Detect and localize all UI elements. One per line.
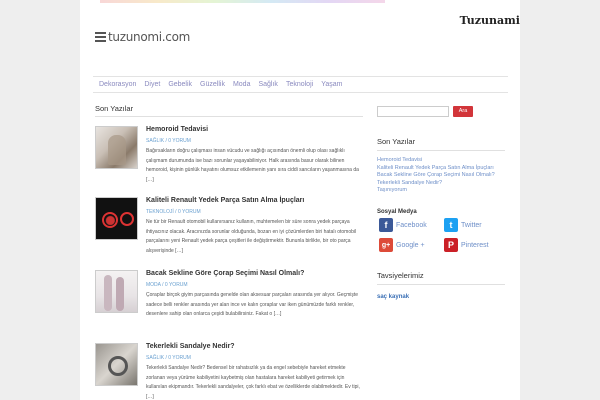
social-pinterest[interactable]: P Pinterest <box>444 238 489 252</box>
social-google-plus[interactable]: g+ Google + <box>379 238 425 252</box>
post-meta[interactable]: TEKNOLOJİ / 0 YORUM <box>146 209 201 215</box>
post-meta[interactable]: SAĞLIK / 0 YORUM <box>146 138 191 144</box>
sidebar-recent-link[interactable]: Hemoroid Tedavisi <box>377 157 507 165</box>
post-excerpt: Ne tür bir Renault otomobil kullanırsanı… <box>146 219 357 254</box>
post-thumbnail[interactable] <box>95 270 138 313</box>
nav-item-dekorasyon[interactable]: Dekorasyon <box>99 81 136 88</box>
post-title[interactable]: Tekerlekli Sandalye Nedir? <box>146 343 235 350</box>
post-thumbnail[interactable] <box>95 197 138 240</box>
nav-item-teknoloji[interactable]: Teknoloji <box>286 81 313 88</box>
sidebar-recent-link[interactable]: Taşınıyorum <box>377 187 507 195</box>
main-section-title: Son Yazılar <box>95 104 134 113</box>
nav-item-gebelik[interactable]: Gebelik <box>168 81 192 88</box>
post-item: Tekerlekli Sandalye Nedir? SAĞLIK / 0 YO… <box>95 343 365 400</box>
search-input[interactable] <box>377 106 449 117</box>
thumbnail-leg <box>116 277 124 311</box>
logo-text: tuzunomi.com <box>108 30 191 44</box>
post-thumbnail[interactable] <box>95 343 138 386</box>
main-nav: Dekorasyon Diyet Gebelik Güzellik Moda S… <box>93 76 508 93</box>
thumbnail-leg <box>104 275 112 311</box>
social-title: Sosyal Medya <box>377 209 417 215</box>
post-thumbnail[interactable] <box>95 126 138 169</box>
sidebar-recent-link[interactable]: Tekerlekli Sandalye Nedir? <box>377 180 507 188</box>
post-excerpt: Çoraplar birçok giyim parçasında genelde… <box>146 292 359 318</box>
sidebar-recent-link[interactable]: Bacak Sekline Göre Çorap Seçimi Nasıl Ol… <box>377 172 507 180</box>
social-label: Twitter <box>461 221 482 229</box>
facebook-icon: f <box>379 218 393 232</box>
nav-item-moda[interactable]: Moda <box>233 81 251 88</box>
sidebar-recent-list: Hemoroid Tedavisi Kaliteli Renault Yedek… <box>377 157 507 195</box>
pinterest-icon: P <box>444 238 458 252</box>
post-meta[interactable]: MODA / 0 YORUM <box>146 282 188 288</box>
page: tuzunomi.com Tuzunami Dekorasyon Diyet G… <box>80 0 520 400</box>
recommend-link[interactable]: saç kaynak <box>377 294 409 300</box>
divider <box>377 284 505 285</box>
nav-item-guzellik[interactable]: Güzellik <box>200 81 225 88</box>
post-item: Hemoroid Tedavisi SAĞLIK / 0 YORUM Bağır… <box>95 126 365 186</box>
divider <box>377 150 505 151</box>
post-excerpt: Bağırsakların doğru çalışması insan vücu… <box>146 148 359 183</box>
post-title[interactable]: Hemoroid Tedavisi <box>146 126 208 133</box>
header-accent-bar <box>100 0 385 3</box>
post-title[interactable]: Bacak Sekline Göre Çorap Seçimi Nasıl Ol… <box>146 270 304 277</box>
sidebar-recent-title: Son Yazılar <box>377 137 416 146</box>
thumbnail-gauge <box>120 212 134 226</box>
logo-lines-icon <box>95 32 106 42</box>
social-facebook[interactable]: f Facebook <box>379 218 427 232</box>
social-label: Pinterest <box>461 241 489 249</box>
sidebar-recent-link[interactable]: Kaliteli Renault Yedek Parça Satın Alma … <box>377 165 507 173</box>
site-title[interactable]: Tuzunami <box>460 14 520 27</box>
divider <box>95 116 363 117</box>
google-plus-icon: g+ <box>379 238 393 252</box>
site-logo[interactable]: tuzunomi.com <box>95 30 190 44</box>
post-excerpt: Tekerlekli Sandalye Nedir? Bedensel bir … <box>146 365 360 400</box>
thumbnail-gauge <box>102 212 118 228</box>
nav-item-diyet[interactable]: Diyet <box>144 81 160 88</box>
thumbnail-figure <box>108 135 126 165</box>
social-label: Google + <box>396 241 425 249</box>
sidebar-recommend-title: Tavsiyelerimiz <box>377 271 424 280</box>
search-button[interactable]: Ara <box>453 106 473 117</box>
nav-item-saglik[interactable]: Sağlık <box>258 81 277 88</box>
thumbnail-wheel <box>108 356 128 376</box>
social-twitter[interactable]: t Twitter <box>444 218 482 232</box>
post-item: Kaliteli Renault Yedek Parça Satın Alma … <box>95 197 365 257</box>
social-label: Facebook <box>396 221 427 229</box>
twitter-icon: t <box>444 218 458 232</box>
nav-item-yasam[interactable]: Yaşam <box>321 81 342 88</box>
post-item: Bacak Sekline Göre Çorap Seçimi Nasıl Ol… <box>95 270 365 330</box>
post-meta[interactable]: SAĞLIK / 0 YORUM <box>146 355 191 361</box>
post-title[interactable]: Kaliteli Renault Yedek Parça Satın Alma … <box>146 197 304 204</box>
